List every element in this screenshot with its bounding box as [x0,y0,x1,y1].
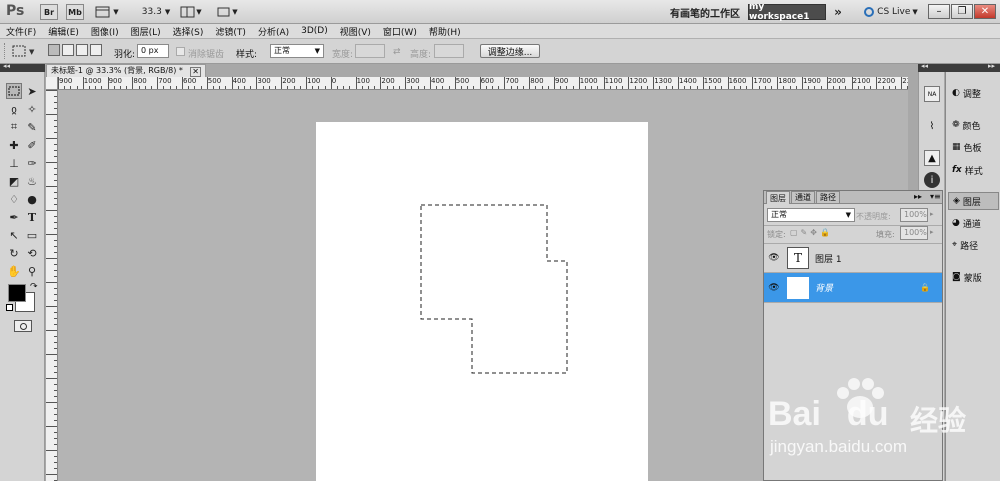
tab-channels[interactable]: 通道 [791,191,815,204]
adjustments-icon: ◐ [952,88,960,98]
channels-icon: ◕ [952,218,960,228]
info-icon[interactable]: i [924,172,940,188]
dock-swatches[interactable]: ▦ 色板 [948,138,999,156]
blend-mode-select[interactable]: 正常 ▼ [767,208,855,222]
dock-label: 颜色 [962,121,981,132]
layer-row[interactable]: 👁 背景 🔒 [764,273,942,303]
dock-label: 路径 [960,241,979,252]
layers-icon: ◈ [953,196,960,206]
lock-icon: 🔒 [920,283,930,292]
photoshop-window: Ps Br Mb ▼ 33.3 ▼ ▼ ▼ 有画笔的工作区 my workspac… [0,0,1000,481]
opacity-slider-icon[interactable]: ▸ [930,210,934,218]
fill-input[interactable]: 100% [900,226,928,240]
masks-icon: ◙ [952,272,961,282]
dock-paths[interactable]: ⌖ 路径 [948,236,999,254]
tab-paths[interactable]: 路径 [816,191,840,204]
lock-options-icons[interactable]: ▢✎✥🔒 [790,228,833,237]
dock-styles[interactable]: fx 样式 [948,161,999,179]
brush-presets-icon[interactable]: ⌇ [924,118,940,134]
histogram-icon[interactable]: ▲ [924,150,940,166]
jingyan-cn: 经验 [910,404,967,437]
chevron-down-icon: ▼ [845,211,851,219]
layer-name: 图层 1 [815,254,842,265]
dock-label: 通道 [962,219,981,230]
dock-label: 样式 [964,166,983,177]
styles-icon: fx [952,165,962,175]
baidu-watermark: Bai du 经验 jingyan.baidu.com [760,375,1000,481]
tab-layers[interactable]: 图层 [766,191,790,204]
layer-name: 背景 [815,284,834,294]
dock-channels[interactable]: ◕ 通道 [948,214,999,232]
blend-mode-value: 正常 [771,210,787,219]
watermark-url: jingyan.baidu.com [770,437,908,456]
background-layer-thumbnail [787,276,809,299]
eye-icon[interactable]: 👁 [767,283,781,293]
type-layer-thumbnail: T [787,247,809,269]
dock-label: 色板 [963,143,982,154]
fill-label: 填充: [876,230,895,239]
baidu-brand: Bai du [768,395,888,434]
opacity-label: 不透明度: [856,212,891,221]
dock-adjustments[interactable]: ◐ 调整 [948,84,999,102]
paths-icon: ⌖ [952,240,958,250]
panel-menu-icon[interactable]: ▾≡ [930,192,941,201]
dock-layers[interactable]: ◈ 图层 [948,192,999,210]
swatches-icon: ▦ [952,142,961,152]
opacity-input[interactable]: 100% [900,208,928,222]
layer-row[interactable]: 👁 T 图层 1 [764,243,942,273]
panel-collapse-icon[interactable]: ▸▸ [914,192,922,201]
dock-label: 蒙版 [963,273,982,284]
brand-part-1: Bai [768,395,821,433]
fill-slider-icon[interactable]: ▸ [930,228,934,236]
navigator-icon[interactable]: NA [924,86,940,102]
color-icon: ❁ [952,120,960,130]
brand-part-2: du [846,395,889,433]
eye-icon[interactable]: 👁 [767,253,781,263]
lock-label: 锁定: [767,230,786,239]
dock-color[interactable]: ❁ 颜色 [948,116,999,134]
dock-label: 图层 [962,197,981,208]
dock-label: 调整 [962,89,981,100]
dock-masks[interactable]: ◙ 蒙版 [948,268,999,286]
